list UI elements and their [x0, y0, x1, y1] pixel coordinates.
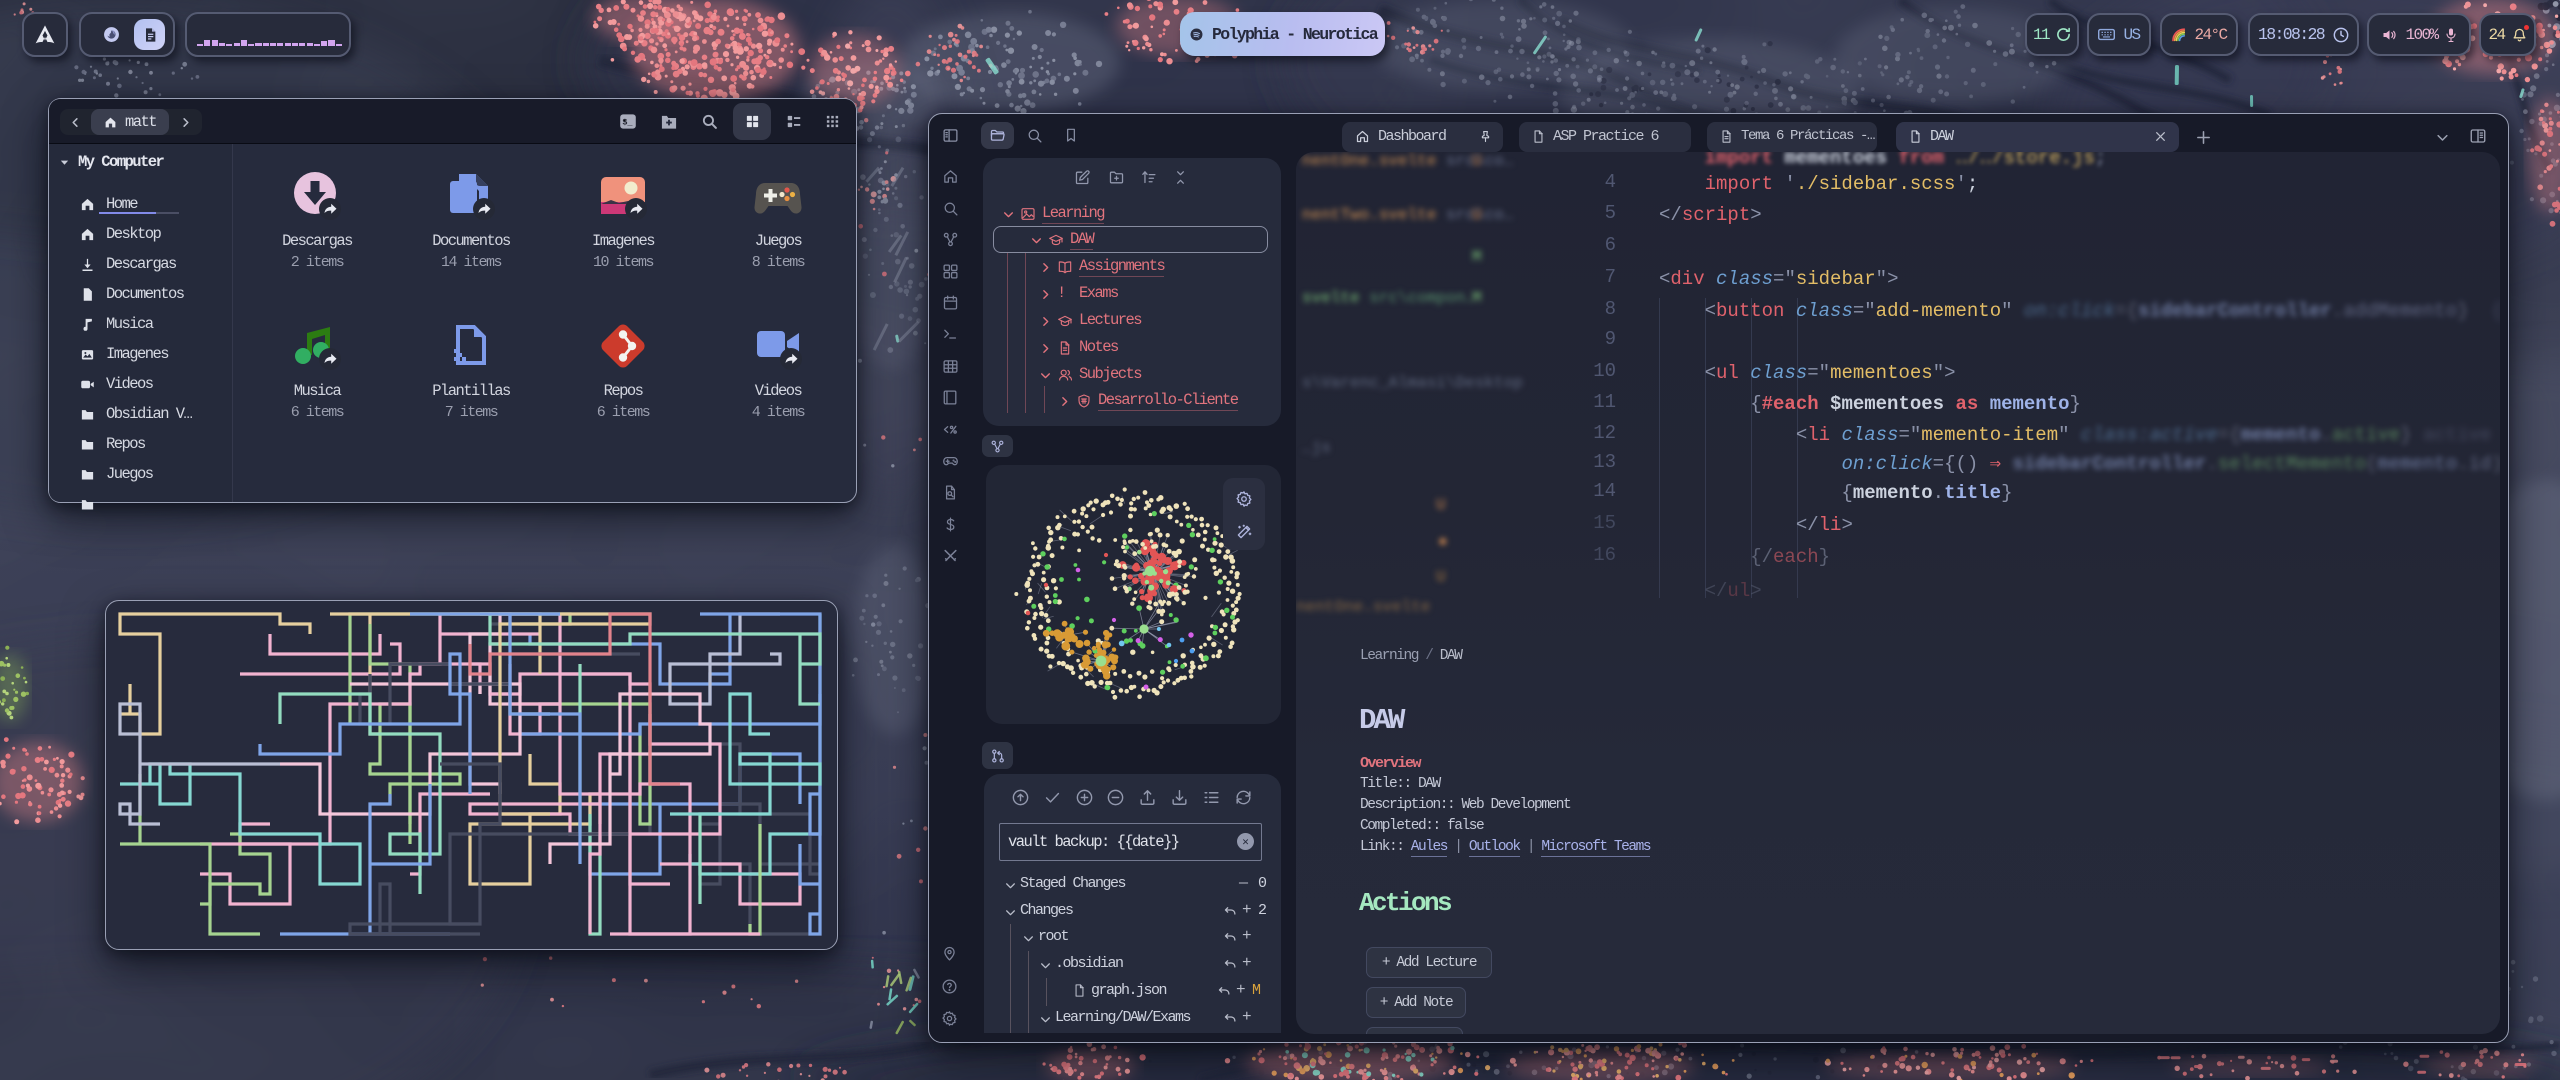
svg-text:$_: $_ [622, 117, 633, 127]
